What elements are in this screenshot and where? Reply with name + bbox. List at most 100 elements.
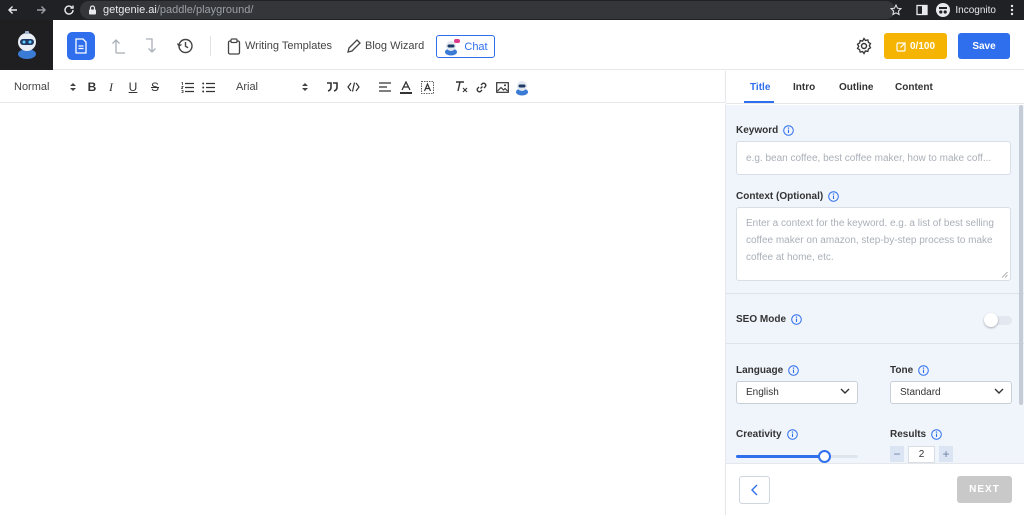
tone-value: Standard xyxy=(900,387,941,398)
language-value: English xyxy=(746,387,779,398)
tab-content[interactable]: Content xyxy=(895,82,933,93)
bold-button[interactable]: B xyxy=(84,79,100,95)
browser-chrome: getgenie.ai/paddle/playground/ Incognito xyxy=(0,0,1024,20)
info-icon[interactable] xyxy=(786,429,798,440)
chat-bot-icon xyxy=(443,38,461,56)
header-divider xyxy=(210,36,211,56)
chat-button[interactable]: Chat xyxy=(436,35,495,58)
tab-intro[interactable]: Intro xyxy=(793,82,815,93)
tone-label-text: Tone xyxy=(890,365,914,376)
genie-logo-icon[interactable] xyxy=(0,20,53,70)
credits-badge[interactable]: 0/100 xyxy=(884,33,947,59)
save-button[interactable]: Save xyxy=(958,33,1010,59)
incognito-icon xyxy=(936,3,951,17)
code-icon[interactable] xyxy=(345,79,361,95)
text-color-icon[interactable] xyxy=(398,79,414,95)
info-icon[interactable] xyxy=(783,125,795,136)
font-family-value: Arial xyxy=(236,81,259,93)
context-label-text: Context (Optional) xyxy=(736,191,824,202)
ordered-list-icon[interactable] xyxy=(179,79,195,95)
side-panel-icon[interactable] xyxy=(916,4,929,16)
genie-side-panel: Title Intro Outline Content Keyword e.g.… xyxy=(726,71,1024,515)
context-textarea[interactable]: Enter a context for the keyword. e.g. a … xyxy=(736,207,1011,281)
image-icon[interactable] xyxy=(494,79,510,95)
language-select[interactable]: English xyxy=(736,381,858,404)
seo-mode-label-text: SEO Mode xyxy=(736,314,787,325)
star-icon[interactable] xyxy=(890,4,903,16)
increment-button[interactable]: + xyxy=(939,446,953,462)
info-icon[interactable] xyxy=(788,365,800,376)
lock-icon xyxy=(88,5,97,15)
active-tab-indicator xyxy=(744,101,774,103)
editor-toolbar: Normal B I U S Arial xyxy=(0,71,726,103)
tone-select[interactable]: Standard xyxy=(890,381,1012,404)
info-icon[interactable] xyxy=(931,429,942,440)
settings-gear-icon[interactable] xyxy=(855,37,873,55)
history-icon[interactable] xyxy=(175,36,195,56)
seo-mode-toggle[interactable] xyxy=(984,313,1012,327)
font-family-select[interactable]: Arial xyxy=(236,79,308,95)
creativity-slider[interactable] xyxy=(736,450,858,463)
pencil-icon xyxy=(346,38,361,54)
link-icon[interactable] xyxy=(473,79,489,95)
info-icon[interactable] xyxy=(918,365,929,376)
document-icon[interactable] xyxy=(67,32,95,60)
context-label: Context (Optional) xyxy=(736,191,840,202)
section-divider xyxy=(726,293,1024,294)
clear-format-icon[interactable] xyxy=(453,79,469,95)
creativity-label: Creativity xyxy=(736,429,798,440)
decrement-button[interactable]: − xyxy=(890,446,904,462)
kebab-menu-icon[interactable] xyxy=(1010,4,1014,16)
strike-button[interactable]: S xyxy=(147,79,163,95)
keyword-label: Keyword xyxy=(736,125,795,136)
incognito-profile[interactable]: Incognito xyxy=(936,3,996,17)
reload-icon[interactable] xyxy=(62,3,76,17)
results-value[interactable]: 2 xyxy=(908,445,935,463)
blockquote-icon[interactable] xyxy=(324,79,340,95)
keyword-input[interactable]: e.g. bean coffee, best coffee maker, how… xyxy=(736,141,1011,175)
incognito-label: Incognito xyxy=(955,4,996,16)
next-button[interactable]: NEXT xyxy=(957,476,1012,503)
redo-icon[interactable] xyxy=(142,36,162,56)
context-placeholder: Enter a context for the keyword. e.g. a … xyxy=(746,218,994,263)
background-color-icon[interactable] xyxy=(419,79,435,95)
writing-templates-label: Writing Templates xyxy=(245,40,333,52)
resize-grip-icon[interactable] xyxy=(1001,271,1008,278)
toggle-knob xyxy=(984,313,998,327)
writing-templates-button[interactable]: Writing Templates xyxy=(227,36,332,56)
blog-wizard-button[interactable]: Blog Wizard xyxy=(346,36,424,56)
tab-outline[interactable]: Outline xyxy=(839,82,873,93)
bullet-list-icon[interactable] xyxy=(200,79,216,95)
credits-label: 0/100 xyxy=(909,40,936,52)
chat-label: Chat xyxy=(464,40,488,53)
editor-canvas[interactable] xyxy=(0,104,726,515)
chevron-down-icon xyxy=(994,388,1004,395)
info-icon[interactable] xyxy=(791,314,802,325)
results-label-text: Results xyxy=(890,429,927,440)
slider-fill xyxy=(736,455,825,458)
previous-button[interactable] xyxy=(739,476,770,504)
results-stepper: − 2 + xyxy=(890,445,953,463)
undo-icon[interactable] xyxy=(109,36,129,56)
underline-button[interactable]: U xyxy=(125,79,141,95)
url-host: getgenie.ai xyxy=(103,4,157,16)
forward-arrow-icon[interactable] xyxy=(34,3,48,17)
align-left-icon[interactable] xyxy=(377,79,393,95)
title-form: Keyword e.g. bean coffee, best coffee ma… xyxy=(726,105,1024,463)
address-bar[interactable]: getgenie.ai/paddle/playground/ xyxy=(80,1,895,19)
tab-title[interactable]: Title xyxy=(750,82,770,93)
info-icon[interactable] xyxy=(828,191,840,202)
back-arrow-icon[interactable] xyxy=(6,3,20,17)
blog-wizard-label: Blog Wizard xyxy=(365,40,425,52)
panel-scrollbar[interactable] xyxy=(1018,105,1024,463)
slider-thumb[interactable] xyxy=(818,450,831,463)
chevron-down-icon xyxy=(840,388,850,395)
scrollbar-thumb[interactable] xyxy=(1019,105,1023,405)
chevron-left-icon xyxy=(751,484,758,496)
seo-mode-label: SEO Mode xyxy=(736,314,802,325)
italic-button[interactable]: I xyxy=(103,79,119,95)
paragraph-style-select[interactable]: Normal xyxy=(14,79,76,95)
panel-footer: NEXT xyxy=(726,463,1024,515)
sort-caret-icon xyxy=(302,82,308,92)
genie-assist-icon[interactable] xyxy=(514,79,530,95)
